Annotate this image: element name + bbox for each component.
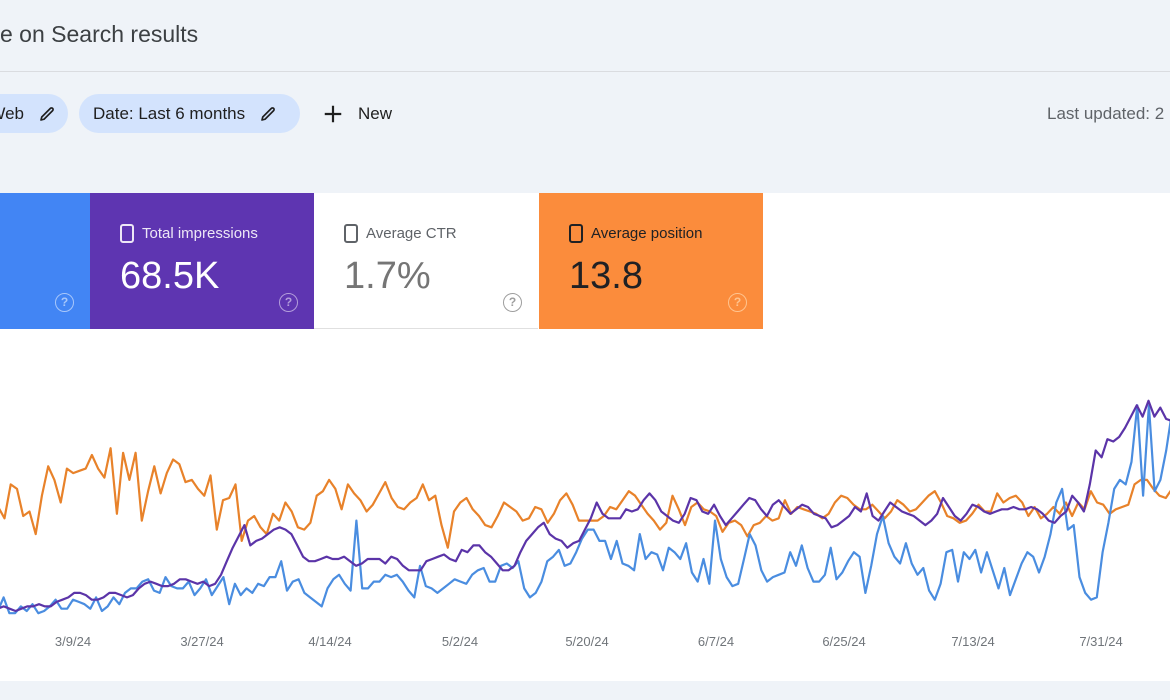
metric-label-text: Average CTR — [366, 225, 457, 242]
search-type-chip-label: Web — [0, 103, 24, 123]
metric-label-text: Total impressions — [142, 225, 258, 242]
metric-card-clicks[interactable]: ? — [0, 193, 90, 329]
metric-value: 68.5K — [120, 255, 220, 297]
metric-card-impressions[interactable]: Total impressions 68.5K ? — [90, 193, 314, 329]
page-bottom — [0, 681, 1170, 700]
checkbox-icon[interactable] — [120, 224, 134, 243]
help-circle-icon[interactable]: ? — [279, 293, 298, 312]
x-axis-tick-label: 5/20/24 — [565, 634, 608, 649]
last-updated-text: Last updated: 2 — [1047, 104, 1165, 123]
pencil-icon — [261, 106, 276, 121]
metric-label-text: Average position — [591, 225, 703, 242]
search-performance-page: e on Search results Web Date: Last 6 mon… — [0, 0, 1170, 700]
x-axis-tick-label: 3/9/24 — [55, 634, 91, 649]
metric-value: 1.7% — [344, 255, 431, 297]
metric-cards: ? Total impressions 68.5K ? Average CTR … — [0, 193, 1170, 329]
help-circle-icon[interactable]: ? — [503, 293, 522, 312]
page-title: e on Search results — [0, 21, 199, 47]
title-bar: e on Search results — [0, 0, 1170, 72]
metric-label: Total impressions — [120, 224, 258, 243]
x-axis-tick-label: 7/31/24 — [1079, 634, 1122, 649]
help-circle-icon[interactable]: ? — [55, 293, 74, 312]
x-axis-tick-label: 6/25/24 — [822, 634, 865, 649]
checkbox-icon[interactable] — [569, 224, 583, 243]
x-axis-tick-label: 7/13/24 — [951, 634, 994, 649]
pencil-icon — [40, 106, 54, 121]
metric-label: Average position — [569, 224, 702, 243]
help-circle-icon[interactable]: ? — [728, 293, 747, 312]
x-axis-tick-label: 3/27/24 — [180, 634, 223, 649]
new-filter-label: New — [358, 103, 393, 123]
date-range-filter-chip[interactable]: Date: Last 6 months — [79, 94, 300, 133]
search-type-filter-chip[interactable]: Web — [0, 94, 68, 133]
metric-label: Average CTR — [344, 224, 457, 243]
performance-line-chart: 3/9/24 3/27/24 4/14/24 5/2/24 5/20/24 6/7/24 6… — [0, 399, 1170, 649]
metric-card-position[interactable]: Average position 13.8 ? — [539, 193, 763, 329]
checkbox-icon[interactable] — [344, 224, 358, 243]
metric-card-ctr[interactable]: Average CTR 1.7% ? — [314, 193, 538, 329]
performance-chart: 3/9/24 3/27/24 4/14/24 5/2/24 5/20/24 6/7/24 6… — [0, 329, 1170, 681]
plus-icon — [324, 105, 342, 122]
metric-value: 13.8 — [569, 255, 643, 297]
new-filter-button[interactable]: New — [322, 94, 392, 133]
x-axis-tick-label: 5/2/24 — [442, 634, 478, 649]
date-chip-label: Date: Last 6 months — [93, 103, 246, 123]
filter-bar: Web Date: Last 6 months New — [0, 94, 1170, 134]
x-axis-tick-label: 6/7/24 — [698, 634, 734, 649]
x-axis-tick-label: 4/14/24 — [308, 634, 351, 649]
